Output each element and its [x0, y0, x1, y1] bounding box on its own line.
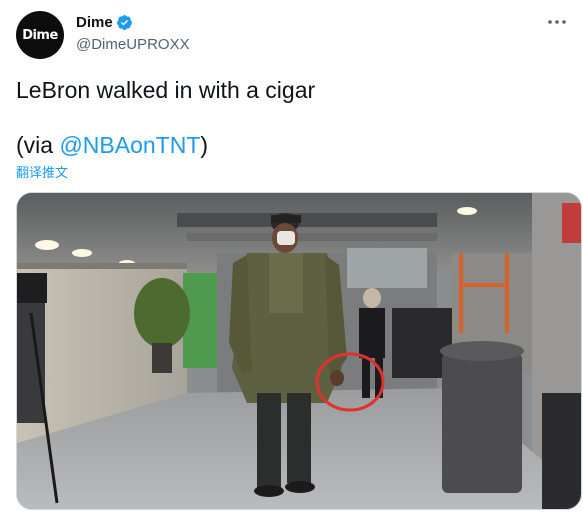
- via-prefix: (via: [16, 132, 60, 158]
- author-handle[interactable]: @DimeUPROXX: [76, 36, 190, 53]
- more-options-icon[interactable]: [547, 12, 567, 32]
- display-name[interactable]: Dime: [76, 14, 113, 31]
- author-name-row: Dime: [76, 14, 133, 31]
- avatar-logo-text: Dime: [22, 27, 58, 43]
- tweet-via-line: (via @NBAonTNT): [16, 131, 208, 159]
- via-suffix: ): [200, 132, 209, 158]
- avatar[interactable]: Dime: [16, 11, 64, 59]
- tweet-text: LeBron walked in with a cigar: [16, 77, 316, 103]
- photo-scene: [17, 193, 581, 509]
- translate-tweet-link[interactable]: 翻译推文: [16, 162, 68, 181]
- mention-link[interactable]: @NBAonTNT: [59, 132, 200, 158]
- verified-badge-icon: [116, 14, 133, 31]
- tweet-photo[interactable]: [16, 192, 582, 510]
